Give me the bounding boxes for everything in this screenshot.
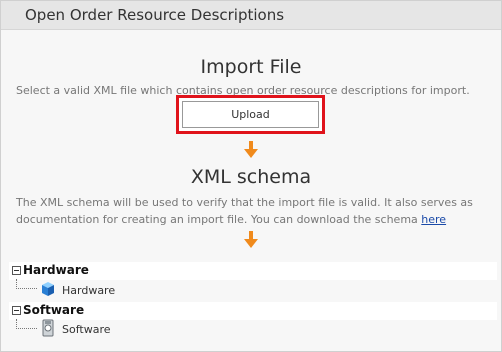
xml-schema-title: XML schema: [190, 166, 312, 188]
tree-group-hardware[interactable]: Hardware: [9, 262, 497, 280]
software-disk-icon: [42, 319, 54, 337]
dialog-panel: Open Order Resource Descriptions Import …: [0, 0, 502, 352]
tree-group-software[interactable]: Software: [9, 302, 497, 320]
xml-schema-description-line1: The XML schema will be used to verify th…: [16, 196, 473, 209]
collapse-toggle-icon[interactable]: [12, 306, 21, 315]
tree-group-label: Hardware: [23, 263, 89, 277]
download-schema-link[interactable]: here: [421, 213, 446, 226]
upload-button-highlight: Upload: [176, 95, 325, 134]
import-file-title: Import File: [200, 56, 302, 78]
xml-schema-description-line2: documentation for creating an import fil…: [16, 211, 473, 228]
panel-title: Open Order Resource Descriptions: [25, 6, 285, 24]
xml-schema-description: The XML schema will be used to verify th…: [16, 194, 473, 228]
tree-item-software[interactable]: Software: [62, 323, 111, 336]
arrow-down-icon: [244, 141, 258, 158]
tree-connector: [16, 319, 37, 329]
tree-group-label: Software: [23, 303, 85, 317]
cube-icon: [42, 282, 54, 296]
upload-button[interactable]: Upload: [182, 101, 319, 128]
collapse-toggle-icon[interactable]: [12, 266, 21, 275]
arrow-down-icon: [244, 231, 258, 248]
panel-header: Open Order Resource Descriptions: [1, 1, 501, 30]
xml-schema-description-text: documentation for creating an import fil…: [16, 213, 422, 226]
tree-item-hardware[interactable]: Hardware: [62, 284, 115, 297]
tree-connector: [16, 279, 37, 289]
